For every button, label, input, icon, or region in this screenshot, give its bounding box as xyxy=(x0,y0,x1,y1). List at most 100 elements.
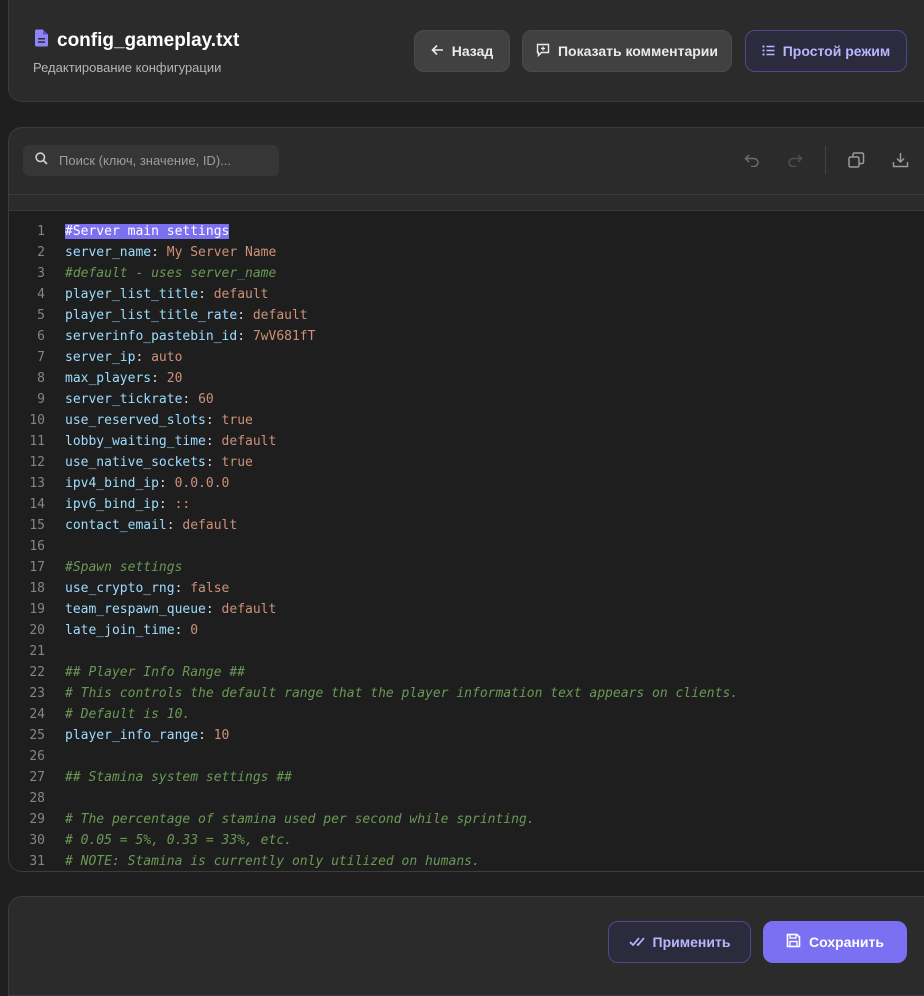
code-line[interactable]: 29 # The percentage of stamina used per s… xyxy=(9,809,924,830)
comment: ## Player Info Range ## xyxy=(65,665,246,680)
config-value: default xyxy=(221,434,277,449)
apply-button-label: Применить xyxy=(652,934,731,950)
config-key: ipv6_bind_ip xyxy=(65,497,159,512)
line-content: # NOTE: Stamina is currently only utiliz… xyxy=(65,851,480,871)
line-number: 11 xyxy=(29,434,45,449)
code-line[interactable]: 8 max_players: 20 xyxy=(9,368,924,389)
config-key: player_info_range xyxy=(65,728,199,743)
code-line[interactable]: 21 xyxy=(9,641,924,662)
code-line[interactable]: 26 xyxy=(9,746,924,767)
undo-icon[interactable] xyxy=(742,150,762,170)
code-line[interactable]: 4 player_list_title: default xyxy=(9,284,924,305)
code-line[interactable]: 27 ## Stamina system settings ## xyxy=(9,767,924,788)
config-value: 60 xyxy=(198,392,214,407)
code-line[interactable]: 22 ## Player Info Range ## xyxy=(9,662,924,683)
config-value: :: xyxy=(174,497,191,512)
line-number: 19 xyxy=(29,602,45,617)
config-key: contact_email xyxy=(65,518,167,533)
line-number: 25 xyxy=(29,728,45,743)
line-number: 14 xyxy=(29,497,45,512)
line-number: 10 xyxy=(29,413,45,428)
line-number: 21 xyxy=(29,644,45,659)
config-key: player_list_title_rate xyxy=(65,308,238,323)
line-content: # Default is 10. xyxy=(65,704,190,725)
search-box[interactable] xyxy=(23,145,279,176)
code-line[interactable]: 19 team_respawn_queue: default xyxy=(9,599,924,620)
comment: #Spawn settings xyxy=(65,560,183,575)
line-number: 20 xyxy=(29,623,45,638)
separator: : xyxy=(205,602,222,617)
apply-button[interactable]: Применить xyxy=(608,921,751,963)
code-line[interactable]: 7 server_ip: auto xyxy=(9,347,924,368)
show-comments-button[interactable]: Показать комментарии xyxy=(522,30,732,72)
code-line[interactable]: 25 player_info_range: 10 xyxy=(9,725,924,746)
line-number: 24 xyxy=(29,707,45,722)
separator: : xyxy=(205,434,222,449)
save-button[interactable]: Сохранить xyxy=(763,921,907,963)
line-number: 2 xyxy=(37,245,45,260)
code-line[interactable]: 6 serverinfo_pastebin_id: 7wV681fT xyxy=(9,326,924,347)
line-content: #Spawn settings xyxy=(65,557,182,578)
config-key: use_reserved_slots xyxy=(65,413,206,428)
code-line[interactable]: 23 # This controls the default range that… xyxy=(9,683,924,704)
code-line[interactable]: 24 # Default is 10. xyxy=(9,704,924,725)
code-line[interactable]: 28 xyxy=(9,788,924,809)
floppy-icon xyxy=(786,933,801,951)
editor-card: 1 #Server main settings 2 server_name: My S… xyxy=(8,127,924,872)
code-line[interactable]: 20 late_join_time: 0 xyxy=(9,620,924,641)
separator: : xyxy=(174,581,191,596)
back-button[interactable]: Назад xyxy=(414,30,510,72)
config-value: 0.0.0.0 xyxy=(174,476,230,491)
search-input[interactable] xyxy=(57,152,261,169)
line-number: 5 xyxy=(37,308,45,323)
separator: : xyxy=(237,308,253,323)
config-key: max_players xyxy=(65,371,152,386)
code-line[interactable]: 10 use_reserved_slots: true xyxy=(9,410,924,431)
line-number: 23 xyxy=(29,686,45,701)
line-number: 22 xyxy=(29,665,45,680)
line-content: use_native_sockets: true xyxy=(65,452,253,473)
code-line[interactable]: 5 player_list_title_rate: default xyxy=(9,305,924,326)
separator: : xyxy=(166,518,183,533)
config-key: lobby_waiting_time xyxy=(65,434,206,449)
code-editor[interactable]: 1 #Server main settings 2 server_name: My S… xyxy=(9,210,924,871)
code-line[interactable]: 13 ipv4_bind_ip: 0.0.0.0 xyxy=(9,473,924,494)
code-line[interactable]: 11 lobby_waiting_time: default xyxy=(9,431,924,452)
config-key: server_ip xyxy=(65,350,136,365)
config-key: use_crypto_rng xyxy=(65,581,175,596)
code-line[interactable]: 9 server_tickrate: 60 xyxy=(9,389,924,410)
download-icon[interactable] xyxy=(890,150,910,170)
separator: : xyxy=(158,476,175,491)
file-name: config_gameplay.txt xyxy=(57,30,240,51)
line-content: server_tickrate: 60 xyxy=(65,389,214,410)
code-line[interactable]: 12 use_native_sockets: true xyxy=(9,452,924,473)
line-content: # This controls the default range that t… xyxy=(65,683,738,704)
line-content: ## Stamina system settings ## xyxy=(65,767,292,788)
code-line[interactable]: 17 #Spawn settings xyxy=(9,557,924,578)
code-line[interactable]: 16 xyxy=(9,536,924,557)
code-line[interactable]: 18 use_crypto_rng: false xyxy=(9,578,924,599)
line-content: use_crypto_rng: false xyxy=(65,578,229,599)
config-value: true xyxy=(221,413,253,428)
line-content: #default - uses server_name xyxy=(65,263,276,284)
code-line[interactable]: 31 # NOTE: Stamina is currently only util… xyxy=(9,851,924,871)
simple-mode-button[interactable]: Простой режим xyxy=(745,30,907,72)
code-line[interactable]: 2 server_name: My Server Name xyxy=(9,242,924,263)
code-line[interactable]: 1 #Server main settings xyxy=(9,221,924,242)
redo-icon[interactable] xyxy=(785,150,805,170)
line-number: 6 xyxy=(37,329,45,344)
config-key: use_native_sockets xyxy=(65,455,206,470)
separator: : xyxy=(158,497,175,512)
back-button-label: Назад xyxy=(451,43,494,59)
code-line[interactable]: 30 # 0.05 = 5%, 0.33 = 33%, etc. xyxy=(9,830,924,851)
copy-icon[interactable] xyxy=(846,150,866,170)
separator: : xyxy=(237,329,253,344)
line-content: ## Player Info Range ## xyxy=(65,662,245,683)
list-icon xyxy=(762,43,775,59)
config-key: player_list_title xyxy=(65,287,199,302)
line-number: 12 xyxy=(29,455,45,470)
code-line[interactable]: 15 contact_email: default xyxy=(9,515,924,536)
show-comments-label: Показать комментарии xyxy=(557,43,719,59)
code-line[interactable]: 3 #default - uses server_name xyxy=(9,263,924,284)
code-line[interactable]: 14 ipv6_bind_ip: :: xyxy=(9,494,924,515)
